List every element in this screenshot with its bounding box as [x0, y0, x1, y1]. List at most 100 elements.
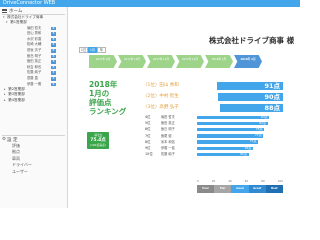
driver-tag-badge[interactable]: B	[51, 76, 56, 81]
ranking-top-row: 〈1位〉田山 秀和 91点	[143, 81, 283, 91]
ranking-top-label: 〈1位〉田山 秀和	[143, 83, 179, 88]
ranking-score-bar: 88点	[219, 104, 283, 112]
legend-great: Great	[248, 185, 266, 193]
ranking-name: 伊藤 一義	[161, 146, 175, 150]
ranking-row: 6位 飯島 明子 78点	[145, 127, 283, 132]
ranking-top-row: 〈3位〉高野 弘子 88点	[143, 103, 283, 113]
ranking-score-bar: 82点	[197, 121, 268, 126]
ranking-row: 5位 飯田 英正 82点	[145, 121, 283, 126]
ranking-score-bar: 90点	[218, 93, 283, 101]
axis-tick: 80	[261, 179, 265, 183]
ranking-score-bar: 71点	[197, 140, 259, 144]
tree-label: 第2営業部	[8, 87, 25, 92]
home-label: ホーム	[9, 8, 23, 14]
ranking-row: 8位 米本 和信 71点	[145, 140, 283, 145]
ranking-title-line: 1月の	[89, 89, 110, 98]
month-tab-active[interactable]: 2018年 1月	[234, 55, 262, 68]
driver-tag-badge[interactable]: B	[51, 71, 56, 75]
driver-tag-badge[interactable]: B	[51, 26, 56, 31]
driver-tag-badge[interactable]: B	[51, 48, 56, 53]
month-tab[interactable]: 2017年 10月	[118, 55, 146, 68]
menu-icon[interactable]	[2, 8, 7, 13]
period-button-year[interactable]: 年	[97, 47, 106, 53]
ranking-score-bar: 91点	[217, 82, 283, 90]
driver-tag-badge[interactable]: B	[51, 37, 56, 42]
ranking-position: 6位	[145, 127, 151, 132]
settings-title: 設 定	[7, 137, 18, 143]
ranking-position: 8位	[145, 139, 151, 144]
legend-good: Good	[231, 185, 249, 193]
average-score-box: 平均 75.4点 (100点満点)	[87, 132, 109, 149]
expand-icon[interactable]: ▸	[4, 98, 7, 103]
axis-tick: 0	[197, 179, 199, 183]
ranking-position: 10位	[145, 152, 153, 157]
ranking-top-label: 〈3位〉高野 弘子	[143, 105, 179, 110]
tree-label: 第1営業部	[10, 20, 27, 25]
ranking-title-line: ランキング	[89, 107, 127, 116]
tree-node-dept-4[interactable]: ▸ 第4営業部	[0, 98, 67, 103]
ranking-top-label: 〈2位〉中村 智生	[143, 94, 179, 99]
settings-section: ⚙ 設 定 評価 拠点 車両 ドライバー ユーザー	[0, 135, 67, 175]
settings-header[interactable]: ⚙ 設 定	[0, 136, 67, 143]
month-tab[interactable]: 2017年 12月	[176, 55, 204, 68]
score-axis: 0 20 40 60 80 100	[197, 179, 283, 183]
ranking-position: 9位	[145, 146, 151, 150]
gear-icon: ⚙	[2, 137, 7, 142]
ranking-position: 5位	[145, 121, 151, 126]
month-navigation: 2017年 9月 2017年 10月 2017年 11月 2017年 12月 2…	[89, 55, 263, 68]
axis-tick: 40	[228, 179, 232, 183]
axis-tick: 60	[244, 179, 249, 183]
period-button-day[interactable]: 1日	[79, 47, 88, 53]
legend-poor: Poor	[197, 185, 215, 193]
ranking-row: 4位 篠田 哲夫 84点	[145, 115, 283, 120]
app-title-bar: DriveConnector WEB	[0, 0, 300, 7]
average-note: (100点満点)	[90, 143, 106, 147]
score-legend: Poor Fair Good Great Best	[197, 185, 284, 193]
ranking-position: 4位	[145, 115, 151, 119]
ranking-title: 2018年 1月の 評価点 ランキング	[89, 80, 126, 116]
ranking-row: 9位 伊藤 一義 65点	[145, 146, 283, 151]
sidebar: ホーム ▾ 株式会社ドライブ商事 ▾ 第1営業部 篠田 哲夫 B 田山 秀和 B 水沢 …	[0, 7, 68, 208]
tree-label: 株式会社ドライブ商事	[7, 15, 44, 19]
tree-label: 第3営業部	[8, 92, 25, 97]
ranking-position: 7位	[145, 133, 151, 138]
driver-tag-badge[interactable]: B	[51, 65, 56, 70]
company-name: 株式会社ドライブ商事 様	[209, 36, 295, 45]
axis-tick: 20	[211, 179, 216, 183]
legend-fair: Fair	[214, 185, 232, 193]
ranking-name: 篠田 哲夫	[161, 115, 175, 119]
period-selector: 1日 1月 年	[79, 47, 106, 53]
driver-list: 篠田 哲夫 B 田山 秀和 B 水沢 彩香 B 松崎 大輔 B 田坂 清子 B 飯島 明子 B 飯田 英…	[0, 26, 67, 88]
ranking-name: 飯島 明子	[161, 127, 175, 132]
driver-tag-badge[interactable]: B	[51, 43, 56, 47]
driver-tag-badge[interactable]: B	[51, 32, 56, 36]
axis-tick: 100	[277, 179, 283, 183]
driver-tag-badge[interactable]: B	[51, 54, 56, 59]
main-panel: 1日 1月 年 株式会社ドライブ商事 様 2017年 9月 2017年 10月 …	[69, 7, 300, 208]
ranking-title-line: 評価点	[89, 98, 112, 107]
ranking-top-row: 〈2位〉中村 智生 90点	[143, 92, 283, 102]
ranking-name: 飯尾 健	[161, 133, 172, 138]
settings-item-users[interactable]: ユーザー	[0, 169, 67, 175]
month-tab[interactable]: 2017年 9月	[89, 55, 117, 68]
ranking-score-bar: 78点	[197, 127, 265, 132]
period-button-month[interactable]: 1月	[88, 47, 97, 53]
month-tab[interactable]: 2017年 11月	[147, 55, 175, 68]
ranking-score-bar: 60点	[197, 152, 249, 157]
ranking-row: 7位 飯尾 健 77点	[145, 134, 283, 139]
driver-tag-badge[interactable]: B	[51, 82, 56, 87]
ranking-row: 10位 佐藤 純子 60点	[145, 152, 283, 157]
ranking-score-bar: 77点	[197, 134, 264, 138]
sidebar-home[interactable]: ホーム	[0, 7, 67, 14]
ranking-score-bar: 84点	[197, 115, 270, 119]
ranking-name: 飯田 英正	[161, 121, 175, 126]
driver-tag-badge[interactable]: B	[51, 60, 56, 64]
legend-best: Best	[265, 185, 284, 193]
ranking-score-bar: 65点	[197, 146, 253, 150]
ranking-name: 米本 和信	[161, 139, 175, 144]
ranking-name: 佐藤 純子	[161, 152, 175, 157]
tree-label: 第4営業部	[8, 97, 25, 102]
ranking-title-line: 2018年	[89, 80, 118, 89]
month-tab[interactable]: 2018年 1月	[205, 55, 233, 68]
app-title: DriveConnector WEB	[3, 0, 56, 6]
